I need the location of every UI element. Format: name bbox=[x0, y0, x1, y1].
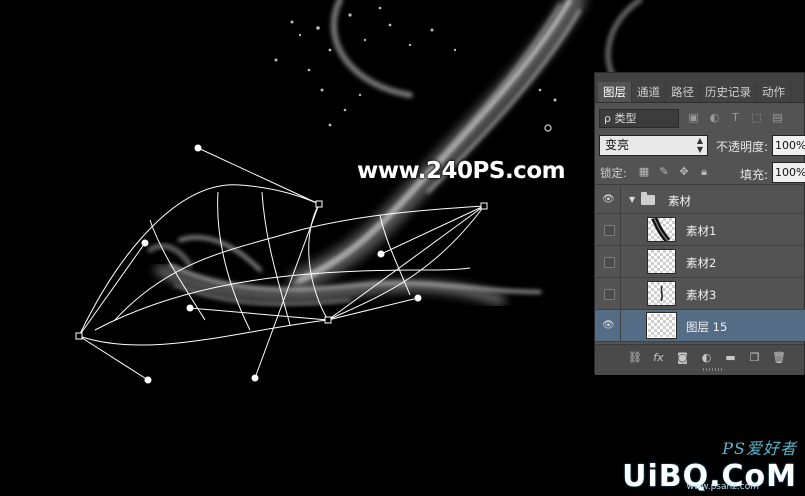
lock-image-pixels-icon[interactable]: ✎ bbox=[658, 166, 670, 178]
layer-group-row[interactable]: 👁︎ ▼ 素材 bbox=[595, 186, 805, 214]
fx-icon[interactable]: fx bbox=[652, 351, 665, 364]
blend-row: 变亮 ▲ ▼ 不透明度: 100% bbox=[595, 133, 805, 159]
blend-mode-select[interactable]: 变亮 ▲ ▼ bbox=[599, 135, 708, 156]
layer-row-selected[interactable]: 👁︎ 图层 15 bbox=[595, 310, 805, 342]
panel-tabs: 图层 通道 路径 历史记录 动作 bbox=[595, 73, 804, 103]
blend-mode-value: 变亮 bbox=[605, 138, 630, 152]
tab-actions[interactable]: 动作 bbox=[757, 82, 791, 102]
trash-icon[interactable]: 🗑︎ bbox=[772, 351, 786, 364]
layer-name: 图层 15 bbox=[686, 320, 728, 334]
anchor-point bbox=[315, 200, 323, 208]
link-layers-icon[interactable]: ⛓ bbox=[628, 351, 642, 364]
handle-point bbox=[251, 374, 259, 382]
layer-row[interactable]: 素材3 bbox=[595, 278, 805, 310]
handle-point bbox=[194, 144, 202, 152]
opacity-label: 不透明度: bbox=[716, 140, 769, 154]
group-name: 素材 bbox=[668, 194, 691, 208]
handle-point bbox=[141, 239, 149, 247]
anchor-point bbox=[480, 202, 488, 210]
handle-point bbox=[377, 250, 385, 258]
adjustment-layer-icon[interactable]: ◐ bbox=[700, 351, 713, 364]
layer-name: 素材1 bbox=[686, 224, 717, 238]
layer-name: 素材3 bbox=[686, 288, 717, 302]
disclosure-triangle-icon[interactable]: ▼ bbox=[629, 195, 635, 204]
eye-icon[interactable]: 👁︎ bbox=[602, 194, 615, 205]
layer-row[interactable]: 素材2 bbox=[595, 246, 805, 278]
resize-grip[interactable] bbox=[703, 368, 723, 371]
add-mask-icon[interactable]: ◙ bbox=[676, 351, 689, 364]
handle-point bbox=[186, 304, 194, 312]
tab-layers[interactable]: 图层 bbox=[598, 82, 632, 102]
layer-thumbnail bbox=[647, 216, 676, 243]
visibility-cell[interactable] bbox=[595, 214, 621, 245]
layer-row[interactable]: 素材1 bbox=[595, 214, 805, 246]
handle-point bbox=[144, 376, 152, 384]
brand-logo-url: www.psahz.com bbox=[686, 482, 759, 492]
lock-position-icon[interactable]: ✥ bbox=[678, 166, 690, 178]
panel-bottom-toolbar: ⛓ fx ◙ ◐ ▬ ❐ 🗑︎ bbox=[595, 344, 804, 375]
tab-history[interactable]: 历史记录 bbox=[700, 82, 757, 102]
tab-channels[interactable]: 通道 bbox=[632, 82, 666, 102]
handle-point bbox=[414, 294, 422, 302]
opacity-input[interactable]: 100% bbox=[772, 135, 805, 156]
layer-thumbnail bbox=[647, 249, 676, 274]
lock-all-icon[interactable]: 🔒︎ bbox=[698, 166, 710, 178]
tab-paths[interactable]: 路径 bbox=[666, 82, 700, 102]
select-arrows-icon: ▲ ▼ bbox=[696, 136, 703, 154]
watermark-text: www.240PS.com bbox=[357, 158, 566, 184]
warp-mesh bbox=[78, 184, 485, 346]
visibility-toggle[interactable] bbox=[604, 257, 615, 268]
anchor-point bbox=[75, 332, 83, 340]
lock-transparent-pixels-icon[interactable]: ▦ bbox=[638, 166, 650, 178]
shape-filter-icon[interactable]: ⬚ bbox=[750, 111, 763, 124]
adjustment-filter-icon[interactable]: ◐ bbox=[708, 111, 721, 124]
image-filter-icon[interactable]: ▣ bbox=[687, 111, 700, 124]
lock-label: 锁定: bbox=[600, 166, 627, 180]
smart-object-filter-icon[interactable]: ▤ bbox=[771, 111, 784, 124]
visibility-toggle[interactable] bbox=[604, 289, 615, 300]
new-group-icon[interactable]: ▬ bbox=[724, 351, 737, 364]
fill-label: 填充: bbox=[740, 168, 769, 182]
visibility-cell[interactable]: 👁︎ bbox=[595, 186, 621, 213]
new-layer-icon[interactable]: ❐ bbox=[748, 351, 761, 364]
type-filter-icon[interactable]: T bbox=[729, 111, 742, 124]
anchor-point bbox=[324, 316, 332, 324]
visibility-cell[interactable] bbox=[595, 278, 621, 309]
layer-thumbnail bbox=[647, 281, 676, 306]
folder-icon bbox=[641, 192, 655, 205]
visibility-cell[interactable] bbox=[595, 246, 621, 277]
fill-input[interactable]: 100% bbox=[772, 162, 805, 183]
filter-kind-select[interactable]: ρ 类型 bbox=[599, 109, 679, 128]
eye-icon[interactable]: 👁︎ bbox=[602, 320, 615, 331]
layer-name: 素材2 bbox=[686, 256, 717, 270]
layers-panel: 图层 通道 路径 历史记录 动作 ρ 类型 ▣ ◐ T ⬚ ▤ 变亮 ▲ ▼ 不透… bbox=[594, 72, 805, 375]
filter-row: ρ 类型 ▣ ◐ T ⬚ ▤ bbox=[595, 107, 805, 131]
brand-logo-top: PS爱好者 bbox=[722, 439, 797, 458]
layer-thumbnail bbox=[646, 312, 677, 339]
visibility-cell[interactable]: 👁︎ bbox=[595, 310, 621, 341]
layer-list: 👁︎ ▼ 素材 素材1 素材2 素材3 👁︎ 图层 15 bbox=[595, 186, 805, 342]
lock-row: 锁定: ▦ ✎ ✥ 🔒︎ 填充: 100% bbox=[595, 161, 805, 185]
visibility-toggle[interactable] bbox=[604, 225, 615, 236]
